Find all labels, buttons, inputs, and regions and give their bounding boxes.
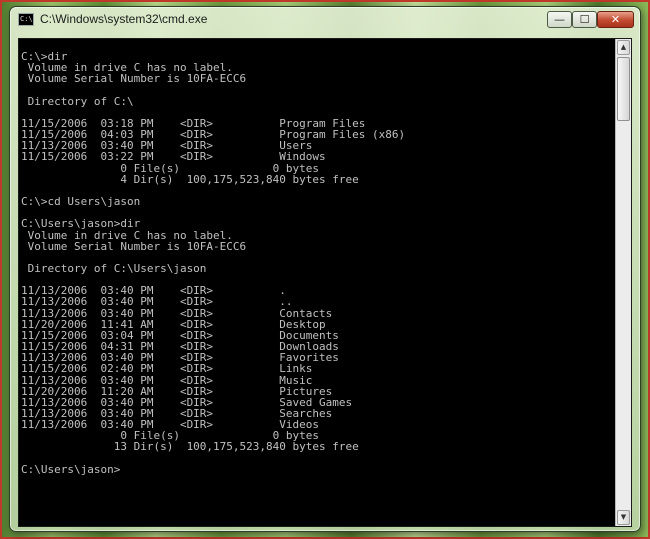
title-bar[interactable]: C:\ C:\Windows\system32\cmd.exe — ☐ ✕: [10, 7, 640, 33]
scroll-thumb[interactable]: [617, 57, 630, 121]
minimize-button[interactable]: —: [547, 11, 572, 28]
maximize-button[interactable]: ☐: [572, 11, 597, 28]
console-output[interactable]: C:\>dir Volume in drive C has no label. …: [19, 39, 615, 526]
console-line: Directory of C:\: [21, 94, 134, 108]
console-text: C:\>dir Volume in drive C has no label. …: [19, 39, 615, 475]
console-area[interactable]: C:\>dir Volume in drive C has no label. …: [18, 38, 632, 527]
window-title: C:\Windows\system32\cmd.exe: [40, 12, 208, 26]
console-line: C:\>cd Users\jason: [21, 195, 141, 209]
console-line: Volume Serial Number is 10FA-ECC6: [21, 239, 247, 253]
scroll-up-arrow-icon[interactable]: ▲: [617, 40, 630, 55]
close-button[interactable]: ✕: [597, 11, 634, 28]
scroll-down-arrow-icon[interactable]: ▼: [617, 510, 630, 525]
console-line: C:\Users\jason>: [21, 462, 121, 476]
console-line: Volume Serial Number is 10FA-ECC6: [21, 72, 247, 86]
vertical-scrollbar[interactable]: ▲ ▼: [615, 39, 631, 526]
console-line: Directory of C:\Users\jason: [21, 261, 207, 275]
console-line: 4 Dir(s) 100,175,523,840 bytes free: [21, 172, 359, 186]
cmd-window: C:\ C:\Windows\system32\cmd.exe — ☐ ✕ C:…: [9, 6, 641, 532]
cmd-icon[interactable]: C:\: [18, 13, 34, 26]
console-line: 13 Dir(s) 100,175,523,840 bytes free: [21, 440, 359, 454]
